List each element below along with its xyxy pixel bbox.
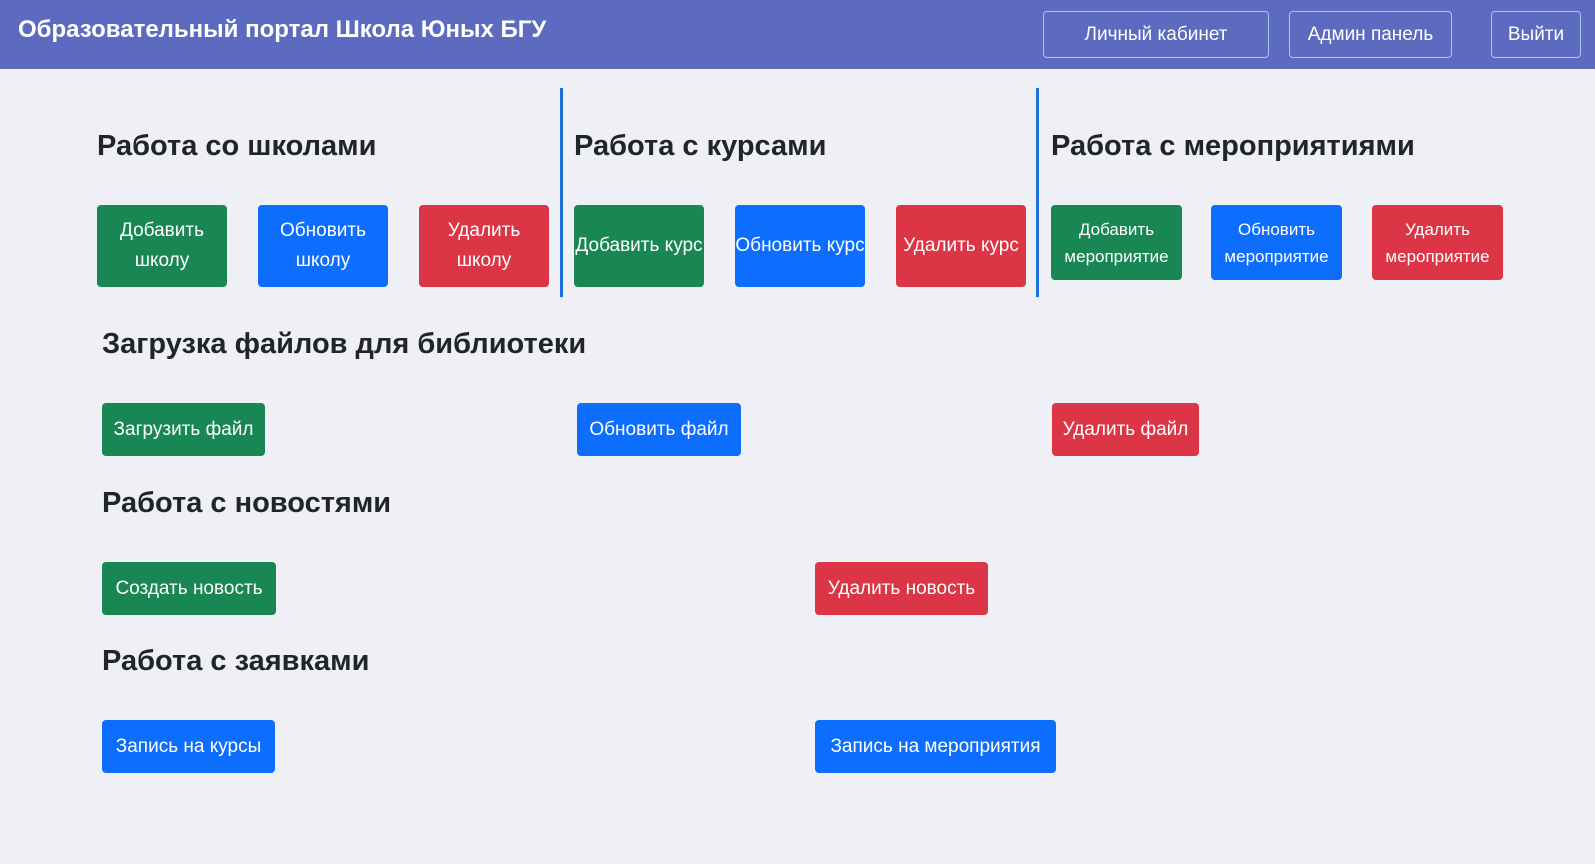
delete-event-button[interactable]: Удалить мероприятие [1372, 205, 1503, 280]
admin-panel-button[interactable]: Админ панель [1289, 11, 1452, 58]
library-heading: Загрузка файлов для библиотеки [102, 328, 587, 360]
section-divider [1036, 88, 1039, 297]
events-heading: Работа с мероприятиями [1051, 130, 1415, 162]
update-course-button[interactable]: Обновить курс [735, 205, 865, 287]
update-event-button[interactable]: Обновить мероприятие [1211, 205, 1342, 280]
add-school-button[interactable]: Добавить школу [97, 205, 227, 287]
add-course-button[interactable]: Добавить курс [574, 205, 704, 287]
delete-school-button[interactable]: Удалить школу [419, 205, 549, 287]
update-file-button[interactable]: Обновить файл [577, 403, 741, 456]
delete-file-button[interactable]: Удалить файл [1052, 403, 1199, 456]
update-school-button[interactable]: Обновить школу [258, 205, 388, 287]
site-title[interactable]: Образовательный портал Школа Юных БГУ [18, 16, 546, 44]
schools-heading: Работа со школами [97, 130, 377, 162]
top-navbar: Образовательный портал Школа Юных БГУ Ли… [0, 0, 1595, 69]
courses-heading: Работа с курсами [574, 130, 827, 162]
event-applications-button[interactable]: Запись на мероприятия [815, 720, 1056, 773]
add-event-button[interactable]: Добавить мероприятие [1051, 205, 1182, 280]
applications-heading: Работа с заявками [102, 645, 370, 677]
delete-course-button[interactable]: Удалить курс [896, 205, 1026, 287]
news-heading: Работа с новостями [102, 487, 392, 519]
course-applications-button[interactable]: Запись на курсы [102, 720, 275, 773]
upload-file-button[interactable]: Загрузить файл [102, 403, 265, 456]
logout-button[interactable]: Выйти [1491, 11, 1581, 58]
personal-cabinet-button[interactable]: Личный кабинет [1043, 11, 1269, 58]
create-news-button[interactable]: Создать новость [102, 562, 276, 615]
delete-news-button[interactable]: Удалить новость [815, 562, 988, 615]
section-divider [560, 88, 563, 297]
